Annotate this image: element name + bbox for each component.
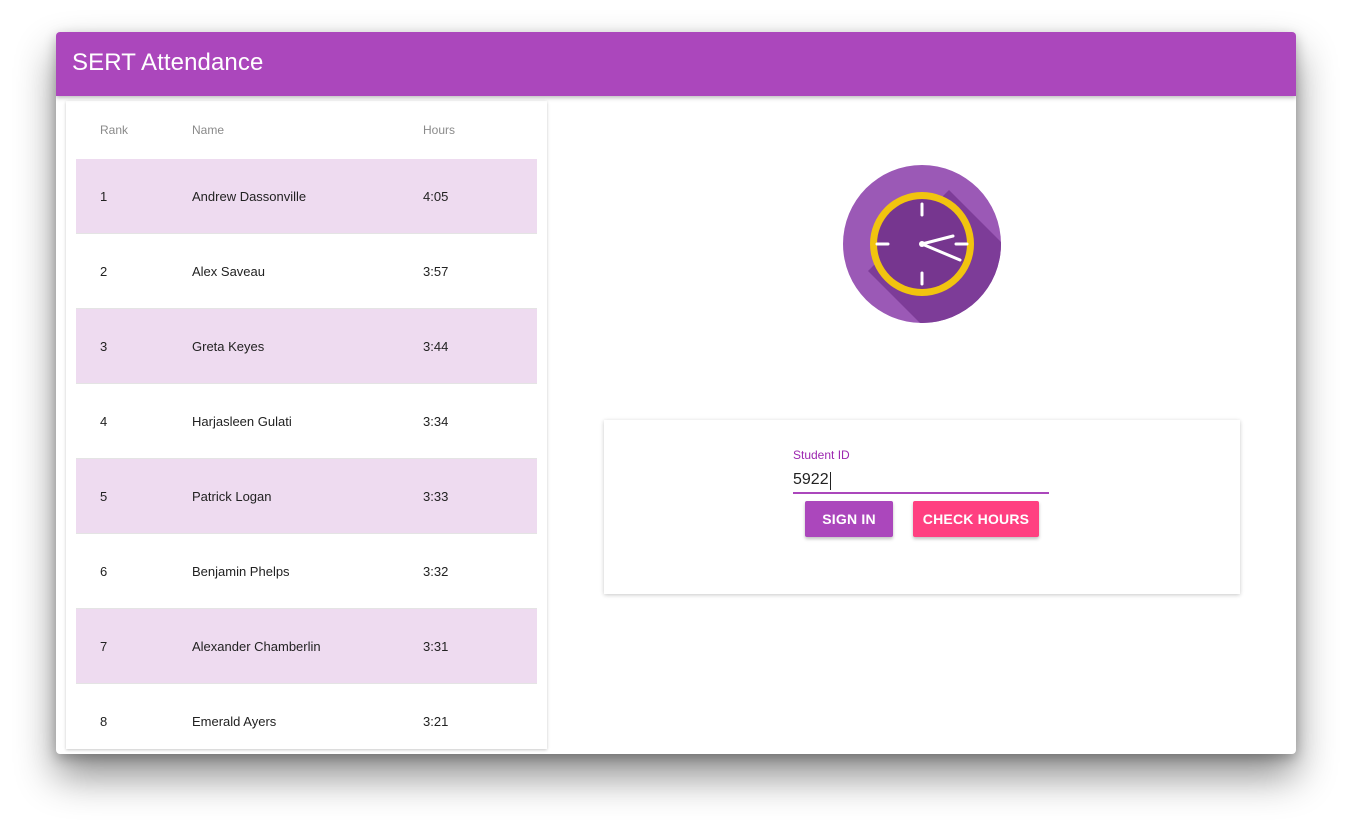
name-cell: Alex Saveau bbox=[192, 264, 265, 279]
hours-cell: 3:44 bbox=[423, 339, 449, 354]
table-row: 6 Benjamin Phelps 3:32 bbox=[76, 534, 537, 609]
hours-cell: 3:21 bbox=[423, 714, 449, 729]
table-row: 5 Patrick Logan 3:33 bbox=[76, 459, 537, 534]
rank-cell: 2 bbox=[100, 264, 108, 279]
hours-cell: 3:57 bbox=[423, 264, 449, 279]
rank-cell: 3 bbox=[100, 339, 108, 354]
name-cell: Harjasleen Gulati bbox=[192, 414, 292, 429]
leaderboard-table: Rank Name Hours 1 Andrew Dassonville 4:0… bbox=[66, 101, 547, 749]
column-header-hours: Hours bbox=[423, 123, 456, 137]
table-row: 2 Alex Saveau 3:57 bbox=[76, 234, 537, 309]
text-cursor bbox=[830, 472, 831, 490]
rank-cell: 4 bbox=[100, 414, 108, 429]
name-cell: Andrew Dassonville bbox=[192, 189, 307, 204]
table-row: 7 Alexander Chamberlin 3:31 bbox=[76, 609, 537, 684]
check-hours-button[interactable]: CHECK HOURS bbox=[913, 501, 1039, 537]
name-cell: Emerald Ayers bbox=[192, 714, 277, 729]
rank-cell: 5 bbox=[100, 489, 108, 504]
table-row: 4 Harjasleen Gulati 3:34 bbox=[76, 384, 537, 459]
rank-cell: 7 bbox=[100, 639, 108, 654]
rank-cell: 6 bbox=[100, 564, 108, 579]
table-row: 3 Greta Keyes 3:44 bbox=[76, 309, 537, 384]
hours-cell: 3:31 bbox=[423, 639, 449, 654]
sign-in-card: Student ID SIGN IN CHECK HOURS bbox=[604, 420, 1240, 594]
table-row: 1 Andrew Dassonville 4:05 bbox=[76, 159, 537, 234]
clock-icon bbox=[843, 165, 1001, 323]
table-header: Rank Name Hours bbox=[76, 101, 537, 159]
hours-cell: 4:05 bbox=[423, 189, 449, 204]
name-cell: Greta Keyes bbox=[192, 339, 265, 354]
app-bar: SERT Attendance bbox=[56, 32, 1296, 96]
sign-in-button[interactable]: SIGN IN bbox=[805, 501, 893, 537]
name-cell: Patrick Logan bbox=[192, 489, 272, 504]
hours-cell: 3:34 bbox=[423, 414, 449, 429]
app-title: SERT Attendance bbox=[72, 49, 264, 76]
hours-cell: 3:33 bbox=[423, 489, 449, 504]
name-cell: Alexander Chamberlin bbox=[192, 639, 321, 654]
table-row: 8 Emerald Ayers 3:21 bbox=[76, 684, 537, 749]
name-cell: Benjamin Phelps bbox=[192, 564, 290, 579]
student-id-label: Student ID bbox=[793, 448, 850, 462]
rank-cell: 1 bbox=[100, 189, 108, 204]
column-header-rank: Rank bbox=[100, 123, 129, 137]
hours-cell: 3:32 bbox=[423, 564, 449, 579]
rank-cell: 8 bbox=[100, 714, 108, 729]
student-id-input[interactable] bbox=[793, 468, 1049, 494]
app-window: SERT Attendance Rank Name Hours 1 Andrew… bbox=[56, 32, 1296, 754]
table-body: 1 Andrew Dassonville 4:05 2 Alex Saveau … bbox=[76, 159, 537, 749]
column-header-name: Name bbox=[192, 123, 225, 137]
